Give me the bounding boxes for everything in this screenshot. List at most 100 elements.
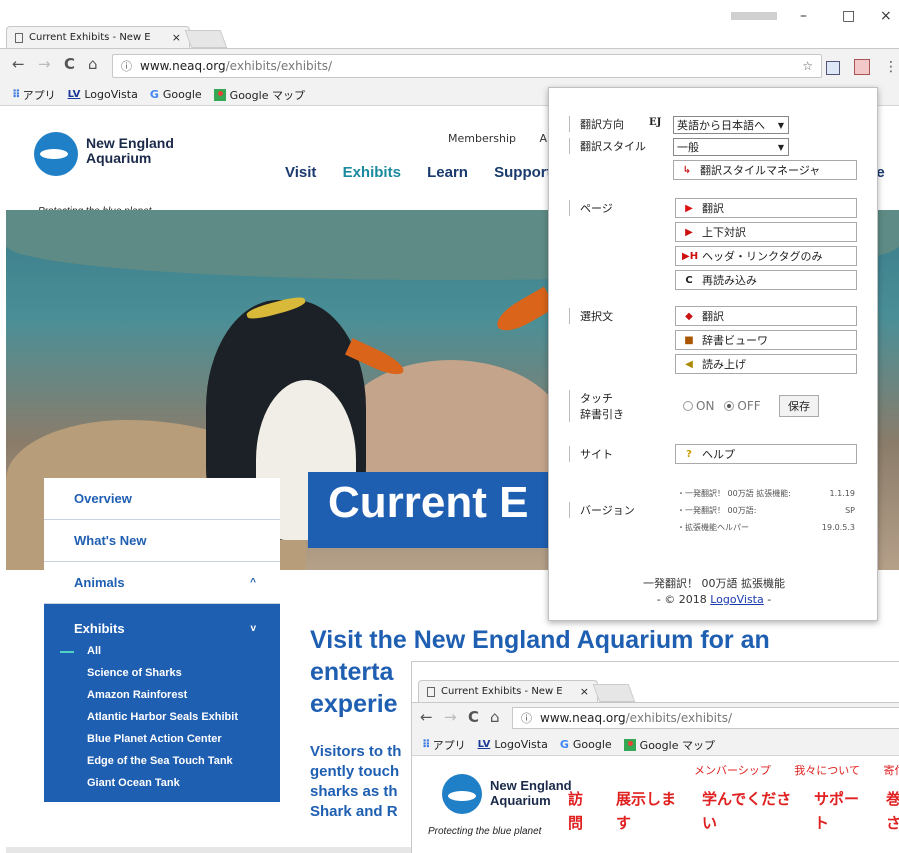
bookmark-logovista[interactable]: LV LogoVista — [68, 88, 138, 101]
radio-on[interactable] — [683, 401, 693, 411]
title-bar: Current Exhibits - New E × – □ × — [0, 0, 899, 48]
header-tag-icon: ▶H — [682, 250, 699, 262]
button-label: 再読み込み — [702, 274, 757, 287]
nav-visit-translated[interactable]: 訪 問 — [568, 788, 583, 836]
menu-icon[interactable]: ⋮ — [884, 59, 898, 75]
bookmark-google[interactable]: G Google — [560, 738, 612, 751]
page-bilingual-button[interactable]: ▶ 上下対訳 — [675, 222, 857, 242]
tab-close-icon[interactable]: × — [172, 31, 181, 44]
sidenav-sub-item[interactable]: Giant Ocean Tank — [44, 772, 280, 794]
popup-footer: 一発翻訳！ 00万語 拡張機能 - © 2018 LogoVista - — [549, 576, 879, 608]
sidenav-sub-item[interactable]: Atlantic Harbor Seals Exhibit — [44, 706, 280, 728]
logo-line-1: New England — [86, 135, 174, 151]
style-manager-button[interactable]: ↳ 翻訳スタイルマネージャ — [673, 160, 857, 180]
extension-icon[interactable] — [826, 61, 840, 75]
bookmark-logovista[interactable]: LV LogoVista — [478, 738, 548, 751]
copyright-text: - — [763, 593, 772, 606]
reload-icon[interactable]: C — [468, 708, 479, 726]
nav-support-translated[interactable]: サポー ト — [814, 788, 859, 836]
browser-tab[interactable]: Current Exhibits - New E × — [418, 680, 598, 702]
direction-select[interactable]: 英語から日本語へ — [673, 116, 789, 134]
util-link-membership[interactable]: メンバーシップ — [694, 764, 771, 777]
help-button[interactable]: ? ヘルプ — [675, 444, 857, 464]
logovista-link[interactable]: LogoVista — [710, 593, 764, 606]
back-icon[interactable]: ← — [12, 55, 25, 73]
reload-icon[interactable]: C — [64, 55, 75, 73]
footer-product: 一発翻訳！ 00万語 拡張機能 — [643, 577, 785, 590]
nav-learn-translated[interactable]: 学んでくださ い — [702, 788, 791, 836]
sidenav-overview[interactable]: Overview — [44, 478, 280, 520]
chevron-up-icon[interactable]: ^ — [250, 577, 256, 588]
sidenav-whats-new[interactable]: What's New — [44, 520, 280, 562]
browser-tab[interactable]: Current Exhibits - New E × — [6, 26, 190, 48]
address-bar[interactable]: ⓘ www.neaq.org /exhibits/exhibits/ ☆ — [112, 54, 822, 78]
maximize-icon[interactable]: □ — [842, 8, 855, 24]
site-logo[interactable]: New England Aquarium Protecting the blue… — [34, 132, 174, 217]
headline-line: Visit the New England Aquarium for an — [310, 626, 770, 654]
info-icon[interactable]: ⓘ — [521, 710, 532, 726]
sidenav-sub-item[interactable]: All — [44, 640, 280, 662]
nav-line: ト — [814, 815, 830, 832]
new-tab-button[interactable] — [184, 30, 228, 48]
util-link-about[interactable]: 我々について — [794, 764, 860, 777]
bookmark-apps[interactable]: ⠿ アプリ — [12, 87, 56, 103]
page-reload-button[interactable]: C 再読み込み — [675, 270, 857, 290]
profile-badge[interactable] — [731, 12, 777, 20]
style-select[interactable]: 一般 — [673, 138, 789, 156]
page-header-links-button[interactable]: ▶H ヘッダ・リンクタグのみ — [675, 246, 857, 266]
dictionary-viewer-button[interactable]: ■ 辞書ビューワ — [675, 330, 857, 350]
section-style: 翻訳スタイル — [569, 138, 649, 154]
info-icon[interactable]: ⓘ — [121, 58, 132, 74]
sidenav-sub-item[interactable]: Amazon Rainforest — [44, 684, 280, 706]
bookmark-google[interactable]: G Google — [150, 88, 202, 101]
radio-off[interactable] — [724, 401, 735, 411]
util-link-membership[interactable]: Membership — [448, 132, 516, 145]
new-tab-button[interactable] — [592, 684, 636, 702]
penguin-beak — [492, 286, 556, 338]
tab-close-icon[interactable]: × — [580, 685, 589, 698]
copyright-text: - © 2018 — [656, 593, 711, 606]
nav-line: 問 — [568, 815, 584, 832]
sidenav-animals[interactable]: Animals ^ — [44, 562, 280, 604]
bookmark-label: アプリ — [432, 738, 466, 752]
sidenav-label: Exhibits — [74, 620, 125, 636]
version-name: ・一発翻訳！ 00万語: — [677, 506, 757, 515]
nav-learn[interactable]: Learn — [427, 164, 468, 181]
selection-translate-button[interactable]: ◆ 翻訳 — [675, 306, 857, 326]
nav-cut-translated[interactable]: 巻 さ — [886, 788, 899, 836]
browser-toolbar: ← → C ⌂ ⓘ www.neaq.org /exhibits/exhibit… — [412, 702, 899, 734]
save-button[interactable]: 保存 — [779, 395, 819, 417]
minimize-icon[interactable]: – — [800, 8, 807, 24]
logo-text: New England Aquarium — [490, 778, 572, 808]
nav-visit[interactable]: Visit — [285, 164, 316, 181]
maps-icon — [623, 738, 636, 751]
close-window-icon[interactable]: × — [880, 8, 892, 24]
page-translate-button[interactable]: ▶ 翻訳 — [675, 198, 857, 218]
bookmark-star-icon[interactable]: ☆ — [802, 59, 813, 73]
chevron-down-icon[interactable]: v — [250, 623, 256, 634]
bookmark-google-maps[interactable]: Google マップ — [623, 737, 715, 753]
translator-extension-icon[interactable] — [854, 59, 870, 75]
address-bar[interactable]: ⓘ www.neaq.org /exhibits/exhibits/ — [512, 707, 899, 729]
forward-icon[interactable]: → — [38, 55, 51, 73]
sidenav-sub-item[interactable]: Blue Planet Action Center — [44, 728, 280, 750]
forward-icon[interactable]: → — [444, 708, 457, 726]
read-aloud-button[interactable]: ◀ 読み上げ — [675, 354, 857, 374]
page-title: Current E — [328, 478, 529, 527]
nav-exhibits[interactable]: Exhibits — [343, 164, 401, 181]
sidenav-sub-item[interactable]: Science of Sharks — [44, 662, 280, 684]
sidenav-exhibits[interactable]: Exhibits v — [44, 616, 280, 640]
nav-exhibits-translated[interactable]: 展示しま す — [616, 788, 676, 836]
home-icon[interactable]: ⌂ — [490, 708, 500, 726]
back-icon[interactable]: ← — [420, 708, 433, 726]
site-logo[interactable]: New England Aquarium Protecting the blue… — [428, 774, 572, 837]
bookmark-google-maps[interactable]: Google マップ — [213, 87, 305, 103]
version-value: 19.0.5.3 — [821, 523, 855, 532]
util-link-donate[interactable]: 寄付 — [883, 764, 899, 777]
bookmark-apps[interactable]: ⠿ アプリ — [422, 737, 466, 753]
home-icon[interactable]: ⌂ — [88, 55, 98, 73]
nav-support[interactable]: Support — [494, 164, 552, 181]
tab-title: Current Exhibits - New E — [29, 32, 151, 43]
sidenav-sub-item[interactable]: Edge of the Sea Touch Tank — [44, 750, 280, 772]
bookmark-label: LogoVista — [84, 88, 138, 101]
